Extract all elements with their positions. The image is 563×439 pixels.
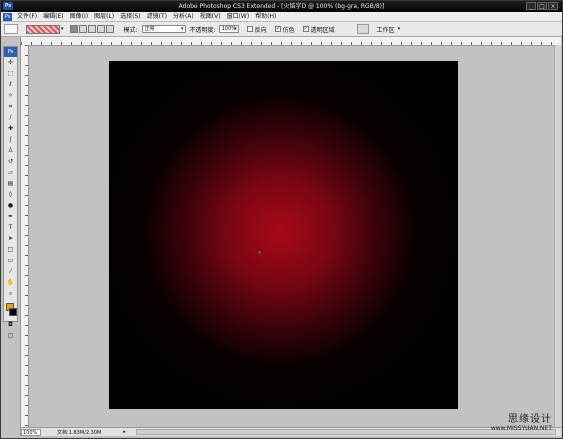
- magic-wand-tool-icon[interactable]: ✧: [5, 91, 16, 101]
- reverse-checkbox[interactable]: 反向: [246, 25, 267, 34]
- brush-tool-icon[interactable]: ∫: [5, 135, 16, 145]
- title-bar: Ps Adobe Photoshop CS3 Extended - [火焰字D …: [1, 1, 562, 12]
- zoom-level-value: 100%: [23, 429, 38, 436]
- photoshop-window: Ps Adobe Photoshop CS3 Extended - [火焰字D …: [0, 0, 563, 439]
- zoom-tool-icon[interactable]: ⌕: [5, 289, 16, 299]
- canvas[interactable]: [109, 61, 458, 409]
- transparency-label: 透明区域: [310, 26, 335, 34]
- opacity-input[interactable]: 100%: [218, 25, 239, 33]
- dither-checkbox[interactable]: ✓ 仿色: [274, 25, 295, 34]
- status-bar: 100% 文档:1.83M/2.30M ▸: [21, 427, 561, 436]
- color-swatches: [5, 303, 17, 319]
- linear-gradient-button[interactable]: [69, 25, 78, 33]
- close-button[interactable]: ×: [548, 2, 558, 10]
- blur-tool-icon[interactable]: ◊: [5, 190, 16, 200]
- dither-checkbox-box[interactable]: ✓: [274, 26, 281, 32]
- menu-layer[interactable]: 图层(L): [91, 12, 117, 21]
- lasso-tool-icon[interactable]: ℓ: [5, 80, 16, 90]
- gradient-type-group: [69, 25, 114, 33]
- ps-menu-logo-icon: Ps: [3, 12, 12, 21]
- bridge-icon[interactable]: [356, 24, 369, 34]
- document-size: 文档:1.83M/2.30M: [57, 429, 102, 436]
- marquee-tool-icon[interactable]: ⬚: [5, 69, 16, 79]
- tools-panel: Ps ✢ ⬚ ℓ ✧ ⌗ ∕ ✚ ∫ ♙ ↺ ▱ ▤ ◊ ● ✒ T ➤ □ ▭…: [3, 46, 18, 339]
- watermark: 思缘设计 www.MISSYUAN.NET: [491, 414, 552, 432]
- transparency-checkbox[interactable]: ✓ 透明区域: [302, 25, 335, 34]
- menu-edit[interactable]: 编辑(E): [40, 12, 66, 21]
- mode-select[interactable]: 正常: [141, 25, 186, 33]
- menu-file[interactable]: 文件(F): [14, 12, 40, 21]
- background-color-swatch[interactable]: [9, 308, 17, 316]
- menu-image[interactable]: 图像(I): [67, 12, 91, 21]
- menu-analysis[interactable]: 分析(A): [170, 12, 197, 21]
- quick-mask-icon[interactable]: ◘: [5, 320, 16, 330]
- gradient-tool-icon[interactable]: ▤: [5, 179, 16, 189]
- pen-tool-icon[interactable]: ✒: [5, 212, 16, 222]
- workspace-menu[interactable]: 工作区 ▾: [377, 25, 401, 34]
- options-bar: ▾ 模式: 正常 不透明度: 100% 反向 ✓ 仿色: [1, 22, 562, 37]
- healing-brush-tool-icon[interactable]: ✚: [5, 124, 16, 134]
- window-controls: _ □ ×: [526, 2, 558, 10]
- crop-tool-icon[interactable]: ⌗: [5, 102, 16, 112]
- vertical-scrollbar[interactable]: [554, 45, 561, 428]
- history-brush-tool-icon[interactable]: ↺: [5, 157, 16, 167]
- menu-view[interactable]: 视图(V): [197, 12, 224, 21]
- eyedropper-tool-icon[interactable]: ⁄: [5, 267, 16, 277]
- hand-tool-icon[interactable]: ✋: [5, 278, 16, 288]
- menu-window[interactable]: 窗口(W): [224, 12, 253, 21]
- cursor-marker: [258, 251, 261, 254]
- workspace-label: 工作区: [376, 26, 395, 34]
- eraser-tool-icon[interactable]: ▱: [5, 168, 16, 178]
- watermark-url: www.MISSYUAN.NET: [490, 425, 552, 432]
- minimize-button[interactable]: _: [526, 2, 536, 10]
- window-title: Adobe Photoshop CS3 Extended - [火焰字D @ 1…: [178, 3, 385, 10]
- document-window: 100% 文档:1.83M/2.30M ▸: [20, 37, 561, 436]
- opacity-value: 100%: [221, 26, 236, 32]
- watermark-title: 思缘设计: [508, 414, 552, 425]
- menu-filter[interactable]: 滤镜(T): [144, 12, 170, 21]
- chevron-down-icon[interactable]: ▾: [61, 26, 64, 32]
- diamond-gradient-button[interactable]: [105, 25, 114, 33]
- reverse-label: 反向: [254, 26, 267, 34]
- status-menu-arrow-icon[interactable]: ▸: [123, 429, 126, 435]
- menu-select[interactable]: 选择(S): [117, 12, 144, 21]
- tools-panel-header: Ps: [4, 47, 17, 57]
- menu-bar: Ps 文件(F) 编辑(E) 图像(I) 图层(L) 选择(S) 滤镜(T) 分…: [1, 12, 562, 22]
- vertical-ruler[interactable]: [21, 45, 29, 428]
- angle-gradient-button[interactable]: [87, 25, 96, 33]
- type-tool-icon[interactable]: T: [5, 223, 16, 233]
- screen-mode-icon[interactable]: ▢: [5, 331, 16, 341]
- tool-preset-picker[interactable]: [4, 24, 18, 34]
- dither-label: 仿色: [282, 26, 295, 34]
- slice-tool-icon[interactable]: ∕: [5, 113, 16, 123]
- horizontal-ruler[interactable]: [21, 37, 561, 46]
- zoom-level-field[interactable]: 100%: [21, 428, 41, 436]
- path-selection-tool-icon[interactable]: ➤: [5, 234, 16, 244]
- reverse-checkbox-box[interactable]: [246, 26, 253, 32]
- dodge-tool-icon[interactable]: ●: [5, 201, 16, 211]
- gradient-editor-swatch[interactable]: [26, 24, 60, 34]
- move-tool-icon[interactable]: ✢: [5, 58, 16, 68]
- maximize-button[interactable]: □: [537, 2, 547, 10]
- mode-label: 模式:: [123, 26, 138, 34]
- clone-stamp-tool-icon[interactable]: ♙: [5, 146, 16, 156]
- shape-tool-icon[interactable]: □: [5, 245, 16, 255]
- opacity-label: 不透明度:: [189, 26, 216, 34]
- chevron-down-icon: ▾: [397, 26, 401, 32]
- notes-tool-icon[interactable]: ▭: [5, 256, 16, 266]
- radial-gradient-button[interactable]: [78, 25, 87, 33]
- reflected-gradient-button[interactable]: [96, 25, 105, 33]
- menu-help[interactable]: 帮助(H): [252, 12, 279, 21]
- transparency-checkbox-box[interactable]: ✓: [302, 26, 309, 32]
- mode-value: 正常: [144, 26, 155, 32]
